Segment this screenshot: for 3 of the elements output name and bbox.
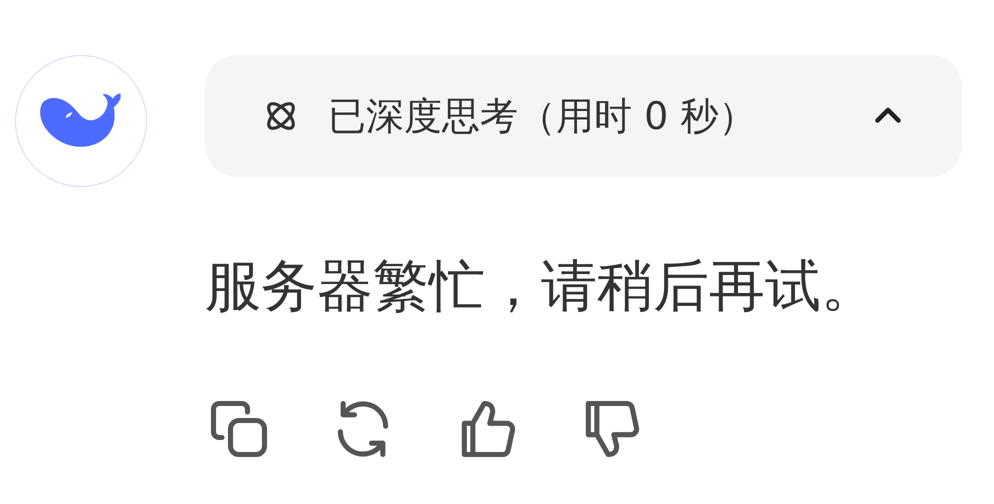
message-text: 服务器繁忙，请稍后再试。 <box>205 253 878 321</box>
thinking-toggle[interactable]: 已深度思考（用时 0 秒） <box>205 55 962 177</box>
thinking-label: 已深度思考（用时 0 秒） <box>328 92 758 140</box>
